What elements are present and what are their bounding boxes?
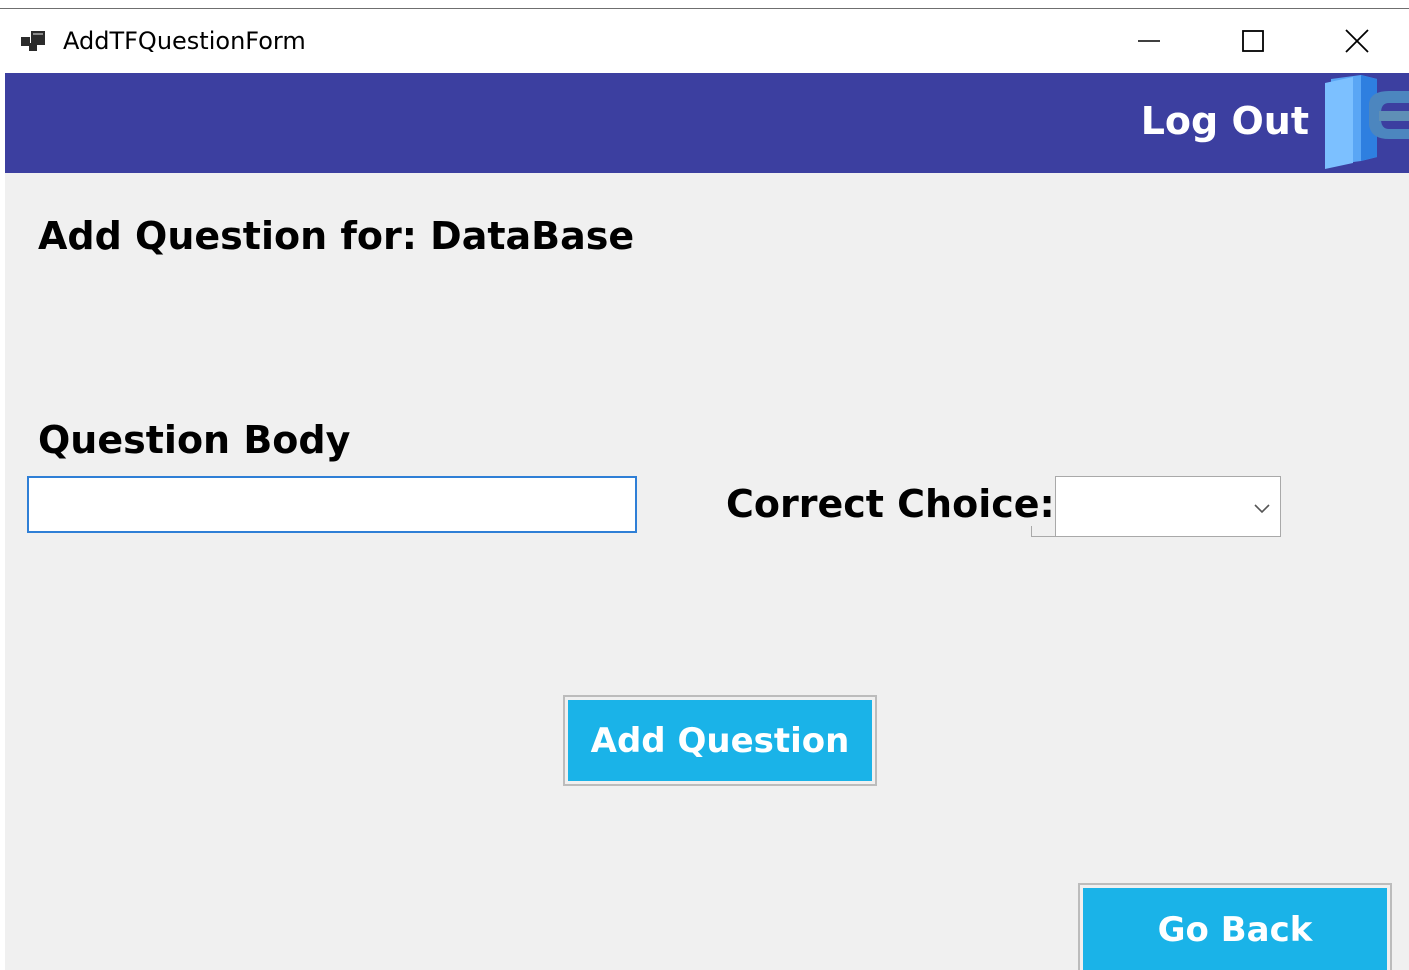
add-question-label: Add Question	[568, 700, 872, 781]
go-back-button[interactable]: Go Back	[1078, 883, 1392, 970]
select-box[interactable]	[1055, 476, 1281, 537]
app-icon	[21, 29, 49, 53]
maximize-button[interactable]	[1205, 9, 1301, 73]
minimize-button[interactable]	[1101, 9, 1197, 73]
question-body-input[interactable]	[27, 476, 637, 533]
chevron-down-icon[interactable]	[1254, 499, 1270, 518]
page-heading: Add Question for: DataBase	[38, 214, 635, 258]
door-exit-icon[interactable]	[1317, 73, 1409, 173]
logout-label[interactable]: Log Out	[1141, 95, 1309, 147]
question-body-label: Question Body	[38, 418, 351, 462]
correct-choice-select[interactable]	[1031, 476, 1281, 537]
title-bar[interactable]: AddTFQuestionForm	[5, 9, 1409, 73]
minimize-icon	[1138, 40, 1160, 42]
window-title: AddTFQuestionForm	[63, 27, 306, 55]
close-icon	[1345, 29, 1369, 53]
app-window: AddTFQuestionForm Log Out Add Question f…	[5, 9, 1409, 970]
add-question-button[interactable]: Add Question	[563, 695, 877, 786]
correct-choice-label: Correct Choice:	[726, 482, 1055, 526]
close-button[interactable]	[1309, 9, 1405, 73]
header-bar: Log Out	[5, 73, 1409, 173]
select-border-fragment	[1031, 526, 1057, 537]
maximize-icon	[1242, 30, 1264, 52]
screen-top-edge	[0, 0, 1409, 9]
go-back-label: Go Back	[1083, 888, 1387, 970]
